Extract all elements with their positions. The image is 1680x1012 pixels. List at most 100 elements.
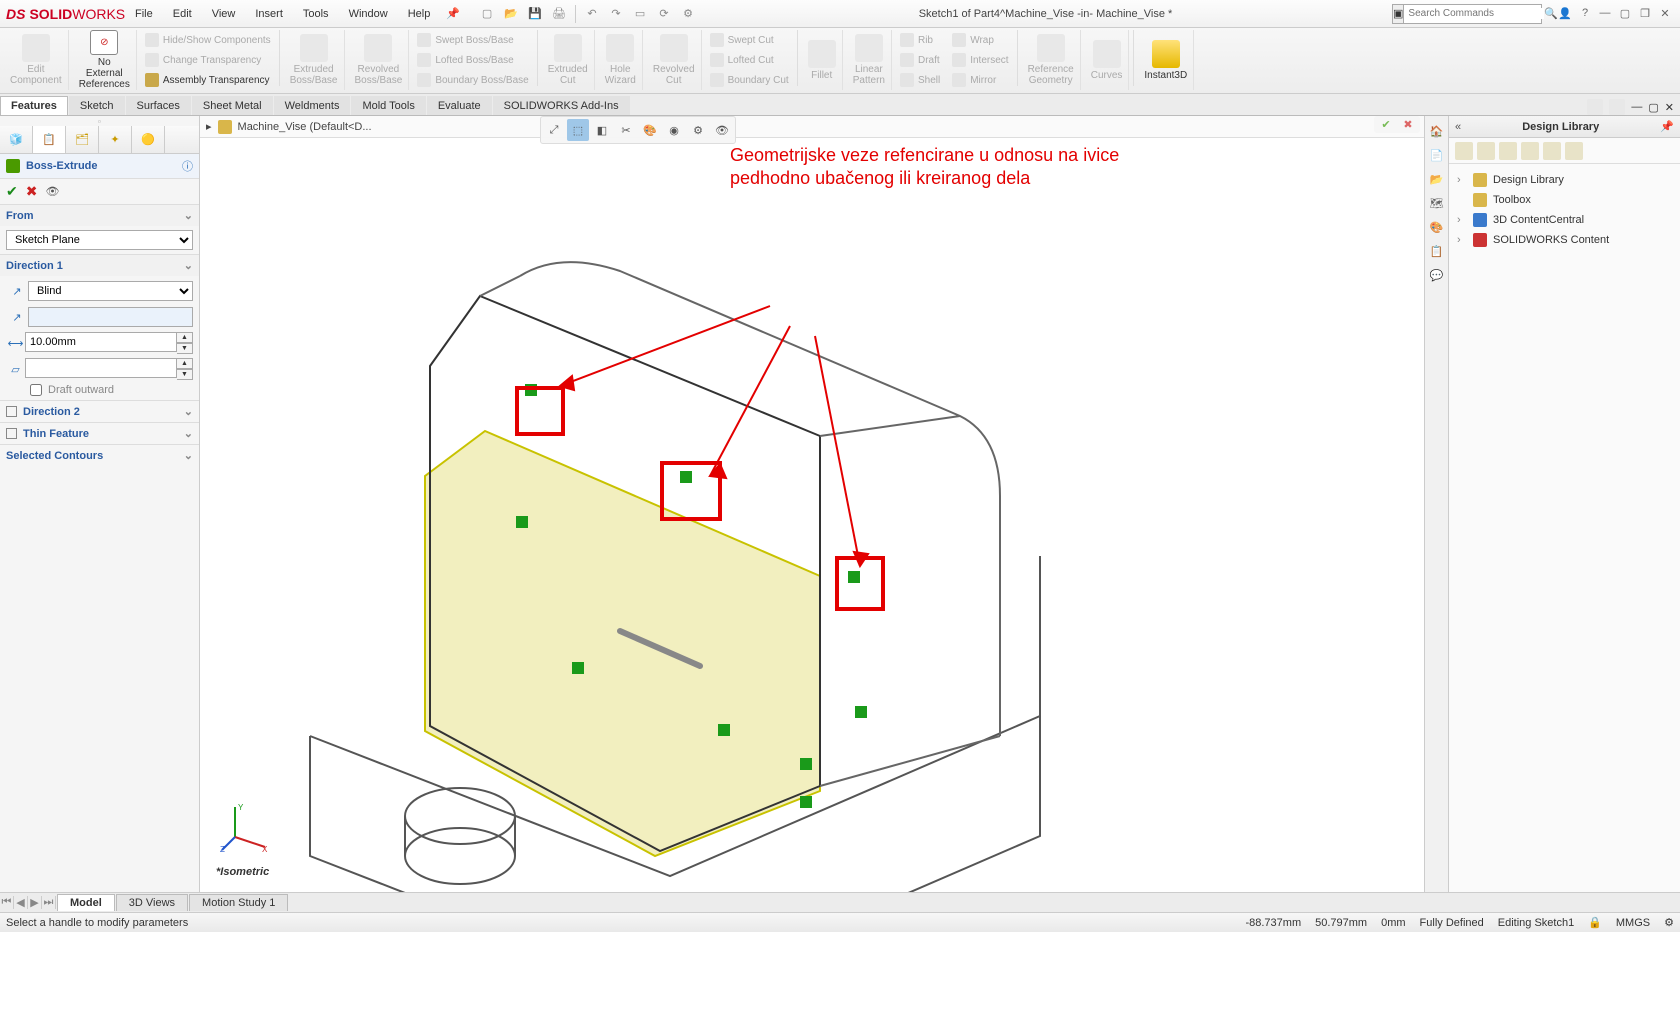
appearance-icon[interactable]: ◉ — [663, 119, 685, 141]
dl-back-icon[interactable] — [1455, 142, 1473, 160]
tab-first-icon[interactable]: ⏮ — [0, 896, 14, 909]
search-commands[interactable]: ▣ 🔍 — [1392, 4, 1542, 24]
direction1-header[interactable]: Direction 1⌄ — [0, 255, 199, 276]
doc-cascade-icon[interactable] — [1587, 99, 1603, 115]
exit-sketch-ok-icon[interactable]: ✔ — [1378, 118, 1394, 131]
doc-minimize-icon[interactable]: — — [1631, 101, 1642, 113]
dl-node-swcontent[interactable]: ›SOLIDWORKS Content — [1457, 230, 1672, 250]
new-icon[interactable]: ▢ — [476, 3, 498, 25]
menu-tools[interactable]: Tools — [293, 0, 339, 28]
section-icon[interactable]: ✂ — [615, 119, 637, 141]
selected-contours-header[interactable]: Selected Contours⌄ — [0, 445, 199, 466]
pm-ok-button[interactable]: ✔ — [6, 183, 18, 200]
tab-last-icon[interactable]: ⏭ — [42, 896, 56, 909]
pin-panel-icon[interactable]: 📌 — [1660, 120, 1674, 133]
direction-vector-input[interactable] — [28, 307, 193, 327]
tab-evaluate[interactable]: Evaluate — [427, 96, 492, 115]
instant3d-button[interactable]: Instant3D — [1138, 30, 1194, 90]
status-customize-icon[interactable]: ⚙ — [1664, 916, 1674, 929]
graphics-viewport[interactable]: ▸ Machine_Vise (Default<D... ⤢ ⬚ ◧ ✂ 🎨 ◉… — [200, 116, 1424, 892]
draft-angle-input[interactable] — [25, 358, 177, 378]
scene-icon[interactable]: 🎨 — [639, 119, 661, 141]
direction-vector-icon[interactable]: ↗ — [6, 306, 28, 328]
view-orientation-icon[interactable]: ⬚ — [567, 119, 589, 141]
assembly-transparency-button[interactable]: Assembly Transparency — [145, 71, 270, 89]
pm-cancel-button[interactable]: ✖ — [26, 183, 38, 200]
pin-icon[interactable]: 📌 — [440, 7, 466, 20]
expand-icon[interactable]: ▸ — [206, 120, 212, 133]
close-icon[interactable]: ✕ — [1658, 7, 1672, 20]
bottom-tab-motion[interactable]: Motion Study 1 — [189, 894, 288, 911]
minimize-icon[interactable]: — — [1598, 7, 1612, 20]
fm-tab-config[interactable]: 🗂 — [66, 126, 99, 153]
user-icon[interactable]: 👤 — [1558, 7, 1572, 20]
depth-down[interactable]: ▼ — [177, 343, 193, 354]
direction2-header[interactable]: Direction 2⌄ — [0, 401, 199, 422]
menu-edit[interactable]: Edit — [163, 0, 202, 28]
save-icon[interactable]: 💾 — [524, 3, 546, 25]
dl-node-designlibrary[interactable]: ›Design Library — [1457, 170, 1672, 190]
bottom-tab-model[interactable]: Model — [57, 894, 115, 911]
select-icon[interactable]: ▭ — [629, 3, 651, 25]
help-icon[interactable]: ? — [1578, 7, 1592, 20]
dl-fwd-icon[interactable] — [1477, 142, 1495, 160]
display-style-icon[interactable]: ◧ — [591, 119, 613, 141]
direction2-checkbox[interactable] — [6, 406, 17, 417]
fm-tab-tree[interactable]: 🧊 — [0, 126, 33, 153]
redo-icon[interactable]: ↷ — [605, 3, 627, 25]
tab-surfaces[interactable]: Surfaces — [126, 96, 191, 115]
flyout-tree[interactable]: ▸ Machine_Vise (Default<D... — [200, 116, 1424, 138]
appearances-icon[interactable]: 🎨 — [1428, 218, 1446, 236]
no-external-refs-button[interactable]: ⊘ No External References — [73, 30, 137, 90]
from-header[interactable]: From⌄ — [0, 205, 199, 226]
draft-up[interactable]: ▲ — [177, 358, 193, 369]
doc-close-icon[interactable]: ✕ — [1665, 101, 1674, 114]
fm-tab-dim[interactable]: ✦ — [99, 126, 132, 153]
undo-icon[interactable]: ↶ — [581, 3, 603, 25]
thin-feature-header[interactable]: Thin Feature⌄ — [0, 423, 199, 444]
depth-input[interactable] — [25, 332, 177, 352]
draft-down[interactable]: ▼ — [177, 369, 193, 380]
home-icon[interactable]: 🏠 — [1428, 122, 1446, 140]
view-palette-icon[interactable]: 🗺 — [1428, 194, 1446, 212]
doc-tile-icon[interactable] — [1609, 99, 1625, 115]
dl-search-icon[interactable] — [1565, 142, 1583, 160]
file-explorer-icon[interactable]: 📂 — [1428, 170, 1446, 188]
tab-sheetmetal[interactable]: Sheet Metal — [192, 96, 273, 115]
fm-tab-display[interactable]: 🟡 — [132, 126, 165, 153]
from-select[interactable]: Sketch Plane — [6, 230, 193, 250]
rebuild-icon[interactable]: ⟳ — [653, 3, 675, 25]
tab-features[interactable]: Features — [0, 96, 68, 115]
forum-icon[interactable]: 💬 — [1428, 266, 1446, 284]
view-settings-icon[interactable]: ⚙ — [687, 119, 709, 141]
status-units[interactable]: MMGS — [1616, 917, 1650, 929]
menu-help[interactable]: Help — [398, 0, 441, 28]
draft-icon2[interactable]: ▱ — [6, 358, 25, 380]
dl-node-3dcc[interactable]: ›3D ContentCentral — [1457, 210, 1672, 230]
dl-add-icon[interactable] — [1499, 142, 1517, 160]
end-condition-select[interactable]: Blind — [28, 281, 193, 301]
search-scope-icon[interactable]: ▣ — [1393, 5, 1404, 23]
dl-node-toolbox[interactable]: Toolbox — [1457, 190, 1672, 210]
hide-show-items-icon[interactable]: 👁 — [711, 119, 733, 141]
tab-weldments[interactable]: Weldments — [274, 96, 351, 115]
search-input[interactable] — [1404, 8, 1544, 19]
tab-prev-icon[interactable]: ◀ — [14, 896, 28, 909]
zoom-fit-icon[interactable]: ⤢ — [543, 119, 565, 141]
options-icon[interactable]: ⚙ — [677, 3, 699, 25]
draft-outward-check[interactable]: Draft outward — [6, 384, 193, 396]
open-icon[interactable]: 📂 — [500, 3, 522, 25]
exit-sketch-cancel-icon[interactable]: ✖ — [1400, 118, 1416, 131]
maximize-icon[interactable]: ▢ — [1618, 7, 1632, 20]
reverse-direction-icon[interactable]: ↗ — [6, 280, 28, 302]
tab-moldtools[interactable]: Mold Tools — [351, 96, 425, 115]
dl-refresh-icon[interactable] — [1543, 142, 1561, 160]
menu-window[interactable]: Window — [339, 0, 398, 28]
tab-next-icon[interactable]: ▶ — [28, 896, 42, 909]
pm-preview-icon[interactable]: 👁 — [45, 185, 59, 198]
tab-sketch[interactable]: Sketch — [69, 96, 125, 115]
collapse-panel-icon[interactable]: « — [1455, 121, 1461, 133]
thin-checkbox[interactable] — [6, 428, 17, 439]
status-lock-icon[interactable]: 🔒 — [1588, 916, 1602, 929]
pm-help-icon[interactable]: ⓘ — [182, 158, 193, 174]
